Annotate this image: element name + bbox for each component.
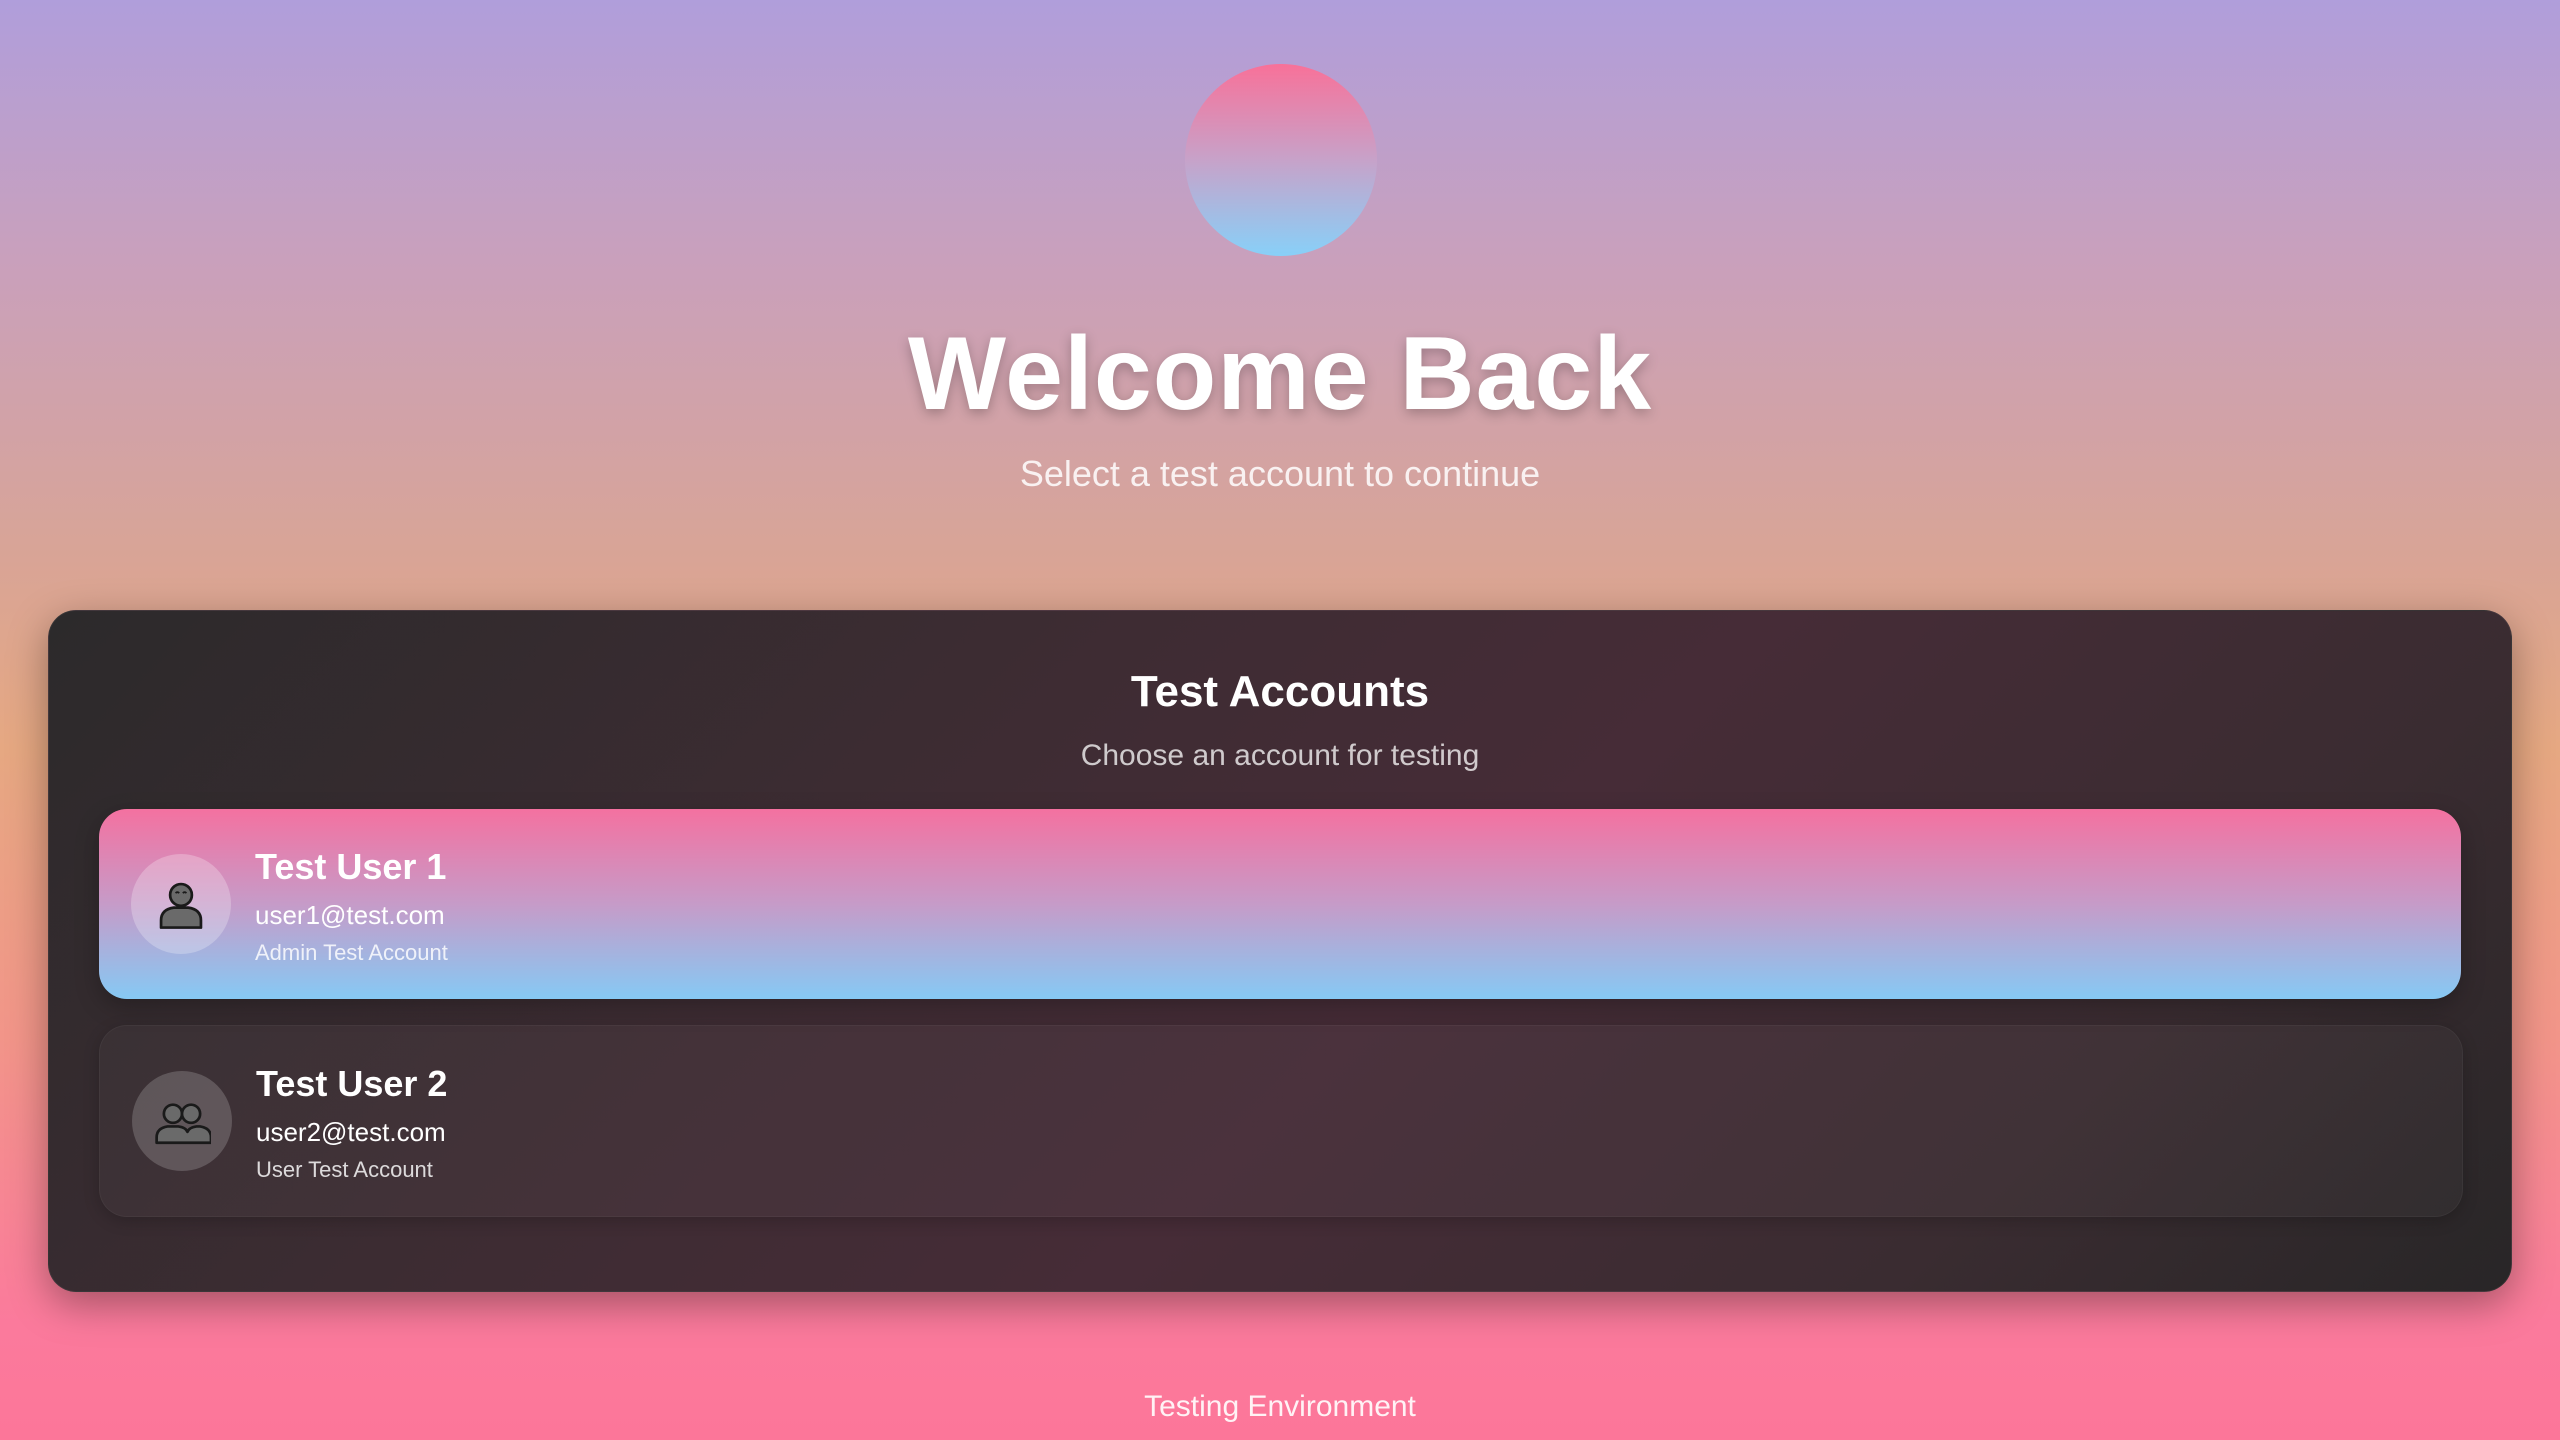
account-name: Test User 1	[255, 846, 447, 887]
people-icon	[155, 1103, 211, 1145]
app-logo	[1185, 64, 1377, 256]
account-email: user2@test.com	[256, 1117, 446, 1147]
accounts-panel: Test Accounts Choose an account for test…	[48, 610, 2512, 1292]
account-name: Test User 2	[256, 1063, 448, 1104]
panel-title: Test Accounts	[1130, 667, 1430, 716]
page-subtitle: Select a test account to continue	[1019, 453, 1541, 494]
account-email: user1@test.com	[255, 900, 445, 930]
panel-subtitle: Choose an account for testing	[1080, 739, 1480, 772]
account-role: Admin Test Account	[255, 940, 448, 965]
avatar	[132, 1071, 232, 1171]
avatar	[131, 854, 231, 954]
account-card-test-user-2[interactable]: Test User 2 user2@test.com User Test Acc…	[99, 1025, 2463, 1217]
account-role: User Test Account	[256, 1157, 433, 1182]
account-card-test-user-1[interactable]: Test User 1 user1@test.com Admin Test Ac…	[99, 809, 2461, 999]
person-icon	[159, 882, 203, 929]
page-title: Welcome Back	[907, 316, 1653, 432]
footer-environment-label: Testing Environment	[1144, 1390, 1416, 1423]
